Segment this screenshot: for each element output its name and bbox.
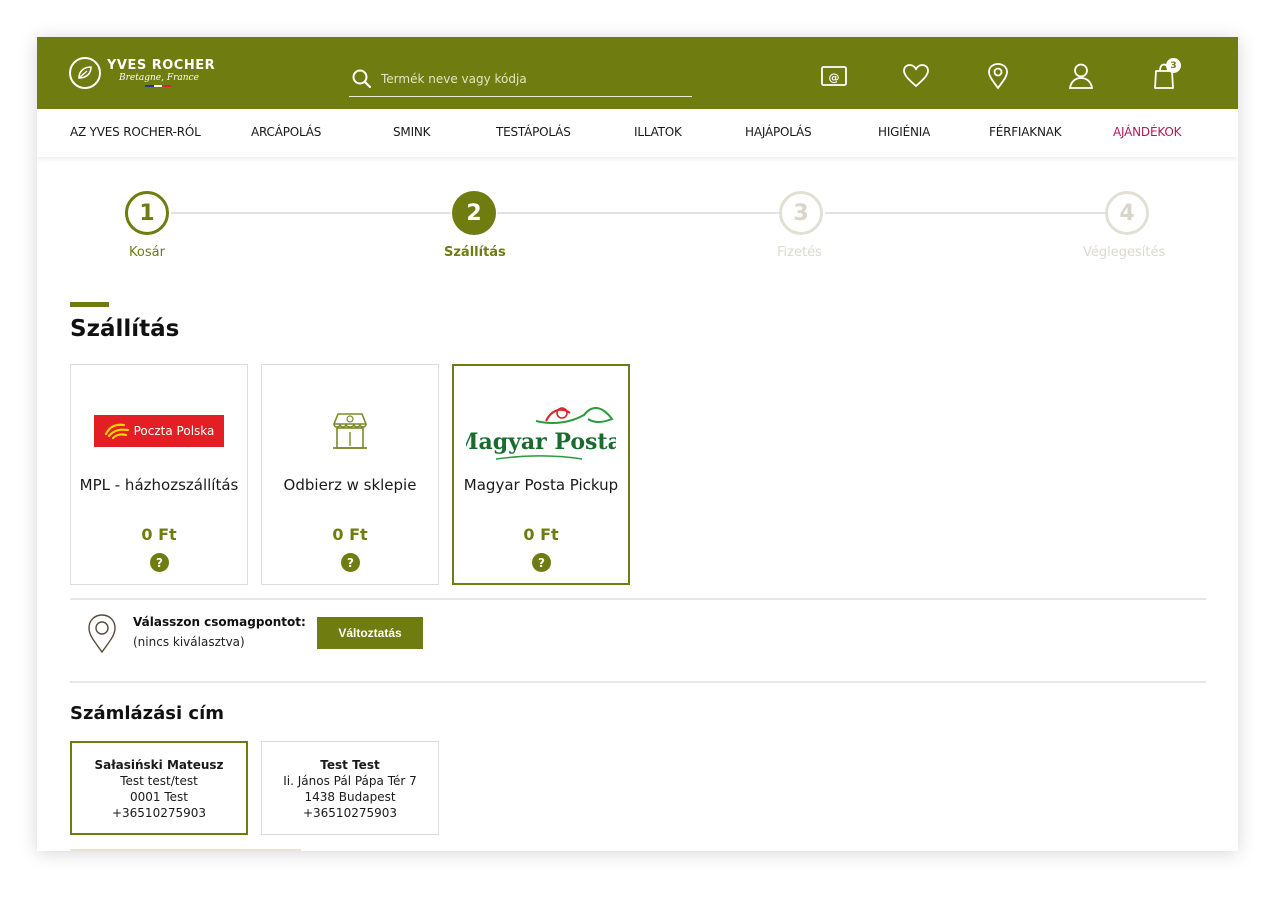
step-connector — [497, 212, 779, 214]
shipping-option-name: Magyar Posta Pickup — [463, 476, 619, 494]
map-pin-icon — [88, 614, 116, 654]
address-line2: 1438 Budapest — [304, 790, 396, 804]
magyar-posta-text: Magyar Posta — [466, 429, 616, 455]
cart-count-badge: 3 — [1166, 58, 1181, 73]
store-icon — [262, 393, 438, 469]
newsletter-icon[interactable]: @ — [819, 61, 849, 91]
step-3-label: Fizetés — [777, 245, 822, 260]
magyar-posta-logo: Magyar Posta — [454, 394, 628, 470]
add-address-button-partial[interactable] — [70, 849, 301, 851]
step-1-label[interactable]: Kosár — [129, 245, 165, 260]
cart-icon[interactable]: 3 — [1149, 58, 1181, 91]
brand-tagline: Bretagne, France — [119, 73, 199, 83]
shipping-option-price: 0 Ft — [141, 525, 177, 544]
nav-item-makeup[interactable]: SMINK — [393, 125, 431, 139]
address-line1: Ii. János Pál Pápa Tér 7 — [283, 774, 417, 788]
change-pickup-button[interactable]: Változtatás — [317, 617, 423, 649]
nav-item-about[interactable]: AZ YVES ROCHER-RÓL — [70, 125, 201, 139]
divider — [70, 681, 1206, 683]
step-4-label: Véglegesítés — [1083, 245, 1166, 260]
poczta-polska-logo: Poczta Polska — [71, 393, 247, 469]
help-icon[interactable]: ? — [341, 553, 360, 572]
nav-item-hair-care[interactable]: HAJÁPOLÁS — [745, 125, 812, 139]
checkout-steps: 1 2 3 4 Kosár Szállítás Fizetés Végleges… — [37, 187, 1238, 287]
nav-item-face-care[interactable]: ARCÁPOLÁS — [251, 125, 321, 139]
poczta-polska-text: Poczta Polska — [133, 424, 215, 438]
browser-page: YVES ROCHER Bretagne, France @ — [37, 37, 1238, 851]
nav-item-fragrances[interactable]: ILLATOK — [634, 125, 682, 139]
nav-item-men[interactable]: FÉRFIAKNAK — [989, 125, 1062, 139]
address-phone: +36510275903 — [302, 806, 398, 820]
divider — [70, 598, 1206, 600]
header-bar: YVES ROCHER Bretagne, France @ — [37, 37, 1238, 109]
pickup-point-status: (nincs kiválasztva) — [133, 635, 245, 649]
step-1-circle[interactable]: 1 — [125, 191, 169, 235]
shipping-option-price: 0 Ft — [523, 525, 559, 544]
nav-item-gifts[interactable]: AJÁNDÉKOK — [1113, 125, 1181, 139]
address-line1: Test test/test — [120, 774, 198, 788]
shipping-option-price: 0 Ft — [332, 525, 368, 544]
nav-item-body-care[interactable]: TESTÁPOLÁS — [496, 125, 571, 139]
address-line2: 0001 Test — [130, 790, 188, 804]
help-icon[interactable]: ? — [150, 553, 169, 572]
step-2-label: Szállítás — [444, 245, 506, 260]
billing-title: Számlázási cím — [70, 703, 225, 724]
search-bar — [349, 61, 692, 97]
shipping-option-magyar-posta[interactable]: Magyar Posta Magyar Posta Pickup 0 Ft ? — [452, 364, 630, 585]
help-icon[interactable]: ? — [532, 553, 551, 572]
shipping-option-store[interactable]: Odbierz w sklepie 0 Ft ? — [261, 364, 439, 585]
address-name: Sałasiński Mateusz — [94, 758, 224, 772]
address-name: Test Test — [320, 758, 380, 772]
address-phone: +36510275903 — [111, 806, 207, 820]
user-icon[interactable] — [1066, 61, 1096, 91]
svg-text:@: @ — [829, 71, 840, 84]
step-4-circle: 4 — [1105, 191, 1149, 235]
step-3-circle: 3 — [779, 191, 823, 235]
heart-icon[interactable] — [901, 61, 931, 91]
section-accent-bar — [70, 302, 109, 307]
search-input[interactable] — [381, 71, 681, 86]
shipping-title: Szállítás — [70, 316, 180, 342]
shipping-option-name: Odbierz w sklepie — [283, 476, 417, 494]
search-icon[interactable] — [351, 68, 373, 90]
step-connector — [171, 212, 451, 214]
step-connector — [825, 212, 1105, 214]
nav-item-hygiene[interactable]: HIGIÉNIA — [878, 125, 930, 139]
billing-address-card[interactable]: Sałasiński Mateusz Test test/test 0001 T… — [70, 741, 248, 835]
brand-logo[interactable]: YVES ROCHER Bretagne, France — [69, 57, 215, 89]
location-icon[interactable] — [983, 61, 1013, 91]
shipping-option-name: MPL - házhozszállítás — [79, 476, 239, 494]
pickup-point-title: Válasszon csomagpontot: — [133, 615, 306, 629]
shipping-option-mpl[interactable]: Poczta Polska MPL - házhozszállítás 0 Ft… — [70, 364, 248, 585]
billing-address-card[interactable]: Test Test Ii. János Pál Pápa Tér 7 1438 … — [261, 741, 439, 835]
leaf-icon — [69, 57, 101, 89]
main-nav: AZ YVES ROCHER-RÓL ARCÁPOLÁS SMINK TESTÁ… — [37, 109, 1238, 157]
brand-name: YVES ROCHER — [107, 58, 216, 73]
step-2-circle: 2 — [452, 191, 496, 235]
flag-stripe — [145, 85, 172, 87]
